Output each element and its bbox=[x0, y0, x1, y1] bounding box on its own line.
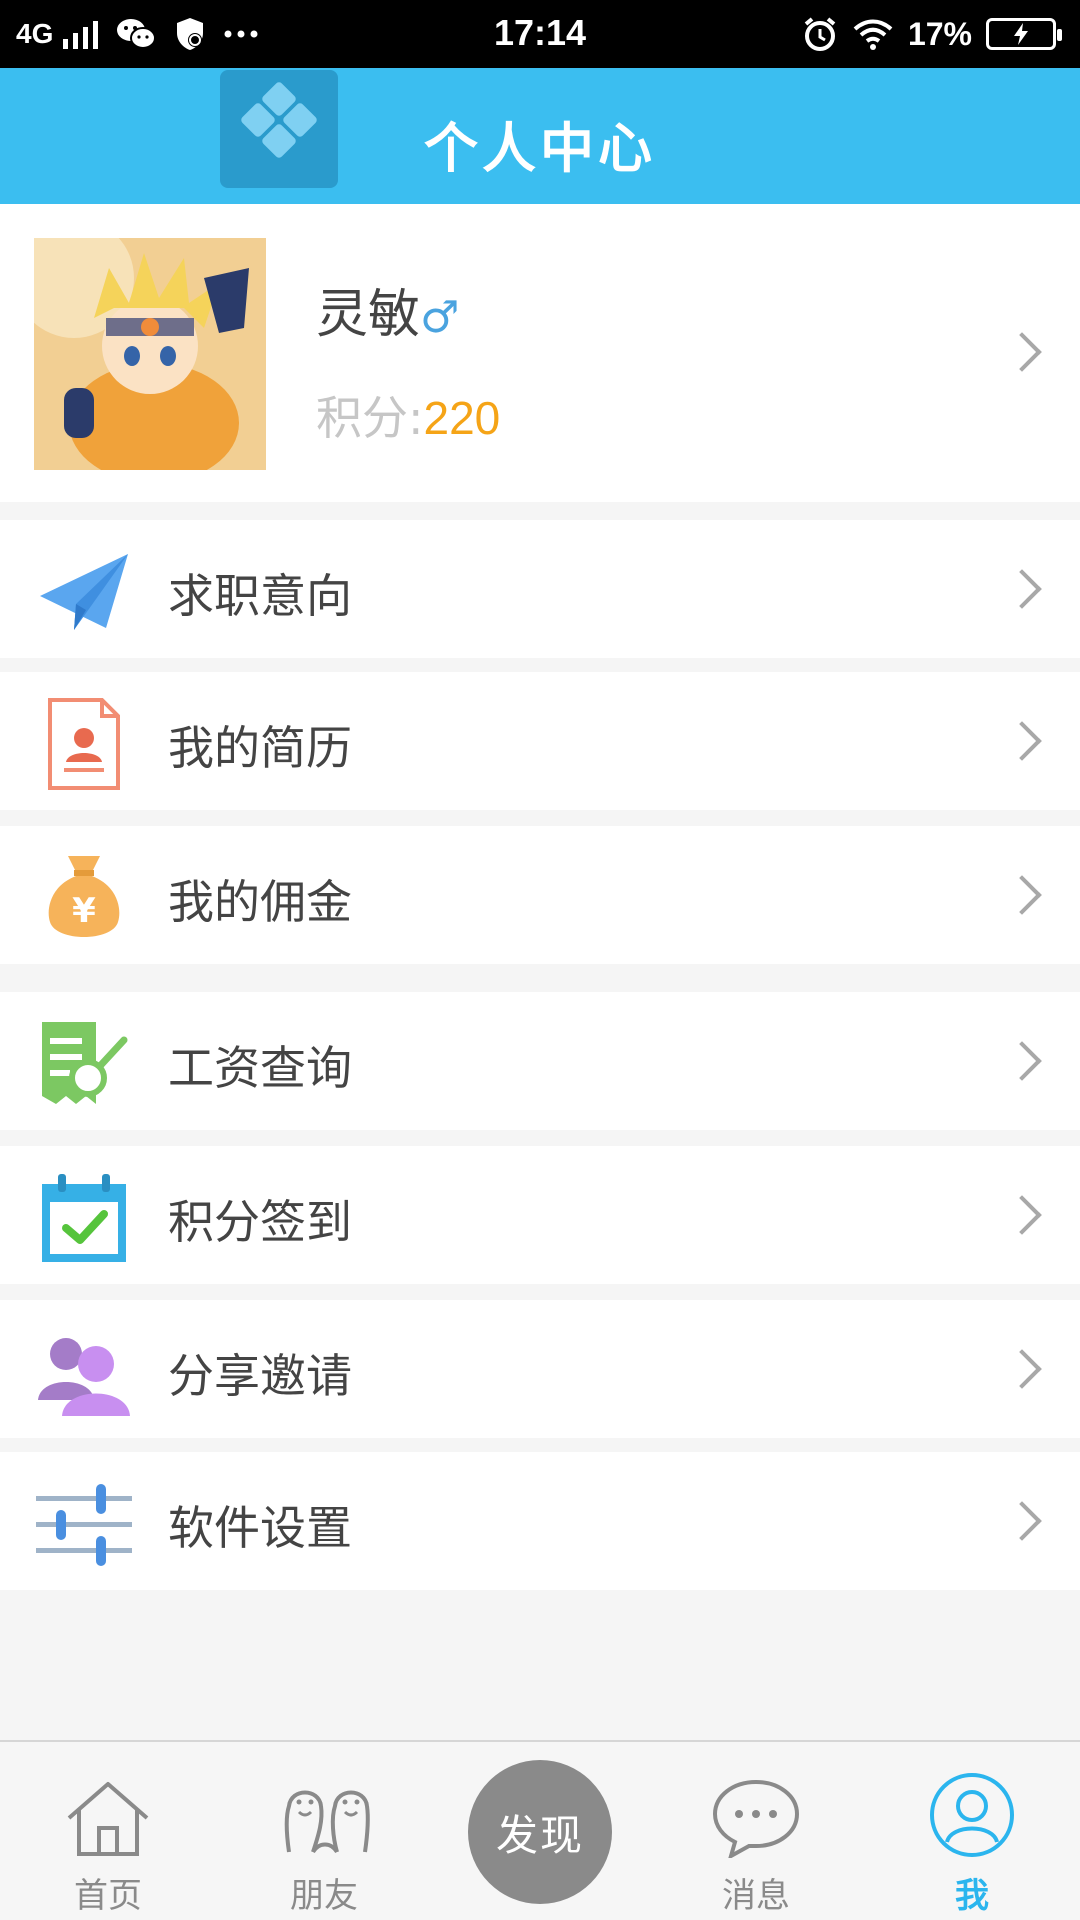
home-icon bbox=[67, 1782, 149, 1856]
menu-label: 积分签到 bbox=[168, 1195, 352, 1249]
tab-label: 我 bbox=[955, 1876, 989, 1916]
gender-icon: ♂ bbox=[420, 292, 460, 343]
discover-button[interactable]: 发现 bbox=[468, 1760, 612, 1904]
user-name-row: 灵敏♂ bbox=[316, 272, 459, 347]
points-label: 积分: bbox=[316, 391, 424, 445]
page-title: 个人中心 bbox=[424, 117, 656, 180]
menu-label: 工资查询 bbox=[168, 1041, 352, 1095]
bottom-tab-bar: 首页 朋友 发现 消息 我 bbox=[0, 1740, 1080, 1920]
chevron-right-icon bbox=[1002, 721, 1042, 761]
chevron-right-icon bbox=[1002, 1349, 1042, 1389]
menu-item-salary-query[interactable]: 工资查询 bbox=[0, 992, 1080, 1130]
tab-friends[interactable]: 朋友 bbox=[244, 1742, 404, 1920]
menu-label: 我的简历 bbox=[168, 721, 352, 775]
chevron-right-icon bbox=[1002, 1501, 1042, 1541]
tab-label: 消息 bbox=[722, 1876, 790, 1916]
menu-item-points-checkin[interactable]: 积分签到 bbox=[0, 1146, 1080, 1284]
status-bar: 4G 17:14 17% bbox=[0, 0, 1080, 68]
menu-item-app-settings[interactable]: 软件设置 bbox=[0, 1452, 1080, 1590]
menu-item-my-commission[interactable]: ¥ 我的佣金 bbox=[0, 826, 1080, 964]
avatar[interactable] bbox=[34, 238, 266, 470]
points-value: 220 bbox=[423, 392, 501, 444]
tab-me[interactable]: 我 bbox=[892, 1742, 1052, 1920]
sliders-icon bbox=[36, 1484, 132, 1566]
menu-item-job-intention[interactable]: 求职意向 bbox=[0, 520, 1080, 658]
salary-search-icon bbox=[42, 1022, 128, 1104]
status-right: 17% bbox=[802, 12, 1062, 56]
tab-home[interactable]: 首页 bbox=[28, 1742, 188, 1920]
chat-icon bbox=[712, 1779, 800, 1858]
profile-card[interactable]: 灵敏♂ 积分:220 bbox=[0, 204, 1080, 502]
battery-icon bbox=[986, 18, 1062, 50]
calendar-check-icon bbox=[42, 1174, 126, 1262]
tab-label: 首页 bbox=[74, 1876, 142, 1916]
tab-messages[interactable]: 消息 bbox=[676, 1742, 836, 1920]
svg-text:¥: ¥ bbox=[72, 891, 96, 931]
menu-item-my-resume[interactable]: 我的简历 bbox=[0, 672, 1080, 810]
paper-plane-icon bbox=[40, 554, 128, 630]
menu-label: 求职意向 bbox=[168, 569, 352, 623]
menu-item-share-invite[interactable]: 分享邀请 bbox=[0, 1300, 1080, 1438]
chevron-right-icon bbox=[1002, 1195, 1042, 1235]
people-icon bbox=[38, 1338, 130, 1416]
chevron-right-icon bbox=[1002, 875, 1042, 915]
app-header: 个人中心 bbox=[0, 68, 1080, 204]
chevron-right-icon bbox=[1002, 332, 1042, 372]
user-name: 灵敏 bbox=[316, 285, 421, 345]
wifi-icon bbox=[853, 19, 893, 50]
user-icon bbox=[930, 1773, 1014, 1857]
friends-icon bbox=[284, 1790, 370, 1854]
chevron-right-icon bbox=[1002, 1041, 1042, 1081]
menu-label: 软件设置 bbox=[168, 1501, 352, 1555]
chevron-right-icon bbox=[1002, 569, 1042, 609]
battery-percent: 17% bbox=[907, 15, 972, 52]
alarm-icon bbox=[804, 17, 836, 51]
tab-label: 朋友 bbox=[290, 1876, 358, 1916]
resume-icon bbox=[48, 698, 120, 790]
money-bag-icon: ¥ bbox=[48, 856, 120, 937]
menu-label: 我的佣金 bbox=[168, 875, 352, 929]
points-row: 积分:220 bbox=[316, 382, 500, 448]
menu-label: 分享邀请 bbox=[168, 1349, 352, 1403]
